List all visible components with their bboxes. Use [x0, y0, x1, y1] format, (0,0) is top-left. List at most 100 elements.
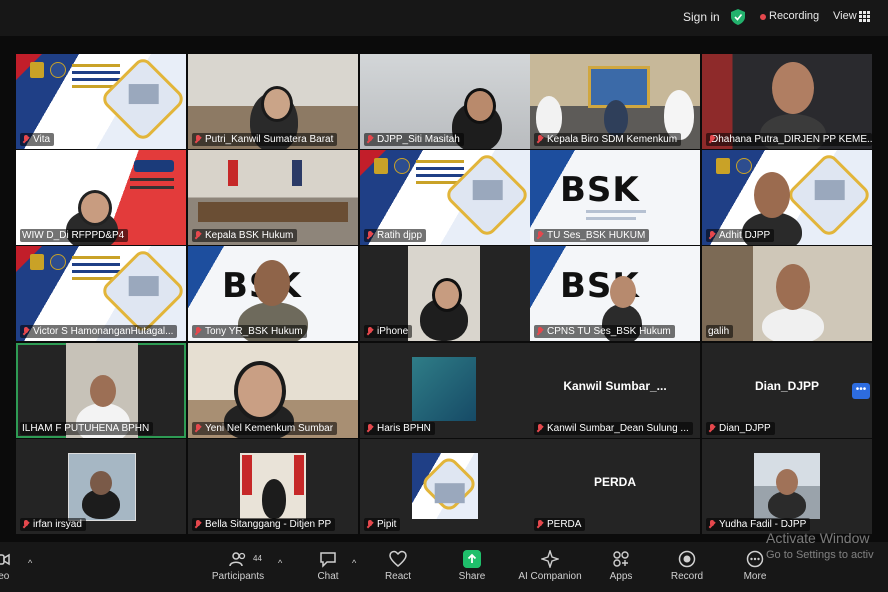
participant-name-label: Vita: [20, 133, 55, 146]
heart-icon: [389, 550, 407, 567]
view-button[interactable]: View: [833, 10, 857, 22]
meeting-toolbar: deo ^ Participants 44 ^ Chat ^ React Sha…: [0, 542, 888, 592]
muted-mic-icon: [536, 135, 544, 144]
apps-label: Apps: [609, 571, 633, 582]
participant-tile[interactable]: galih: [702, 246, 872, 341]
muted-mic-icon: [708, 231, 716, 240]
tile-options-button[interactable]: •••: [852, 383, 870, 399]
participant-name-label: CPNS TU Ses_BSK Hukum: [534, 325, 675, 338]
participant-tile[interactable]: Pipit: [360, 439, 530, 534]
participant-tile[interactable]: Kepala BSK Hukum: [188, 150, 358, 245]
participant-tile[interactable]: Yudha Fadil - DJPP: [702, 439, 872, 534]
participant-tile[interactable]: Bella Sitanggang - Ditjen PP: [188, 439, 358, 534]
shield-check-icon[interactable]: [731, 9, 745, 25]
record-button[interactable]: Record: [652, 546, 722, 582]
active-speaker-tile[interactable]: ILHAM F PUTUHENA BPHN: [16, 343, 186, 438]
bsk-logo: BSK: [560, 170, 640, 210]
participant-tile[interactable]: Kanwil Sumbar_... Kanwil Sumbar_Dean Sul…: [530, 343, 700, 438]
participant-tile[interactable]: BSK TU Ses_BSK HUKUM: [530, 150, 700, 245]
participant-tile[interactable]: Kepala Biro SDM Kemenkum: [530, 54, 700, 149]
muted-mic-icon: [536, 520, 544, 529]
muted-mic-icon: [22, 327, 30, 336]
video-camera-icon: [0, 553, 10, 566]
participant-name-label: ILHAM F PUTUHENA BPHN: [20, 422, 154, 435]
participants-count: 44: [253, 554, 262, 563]
muted-mic-icon: [22, 520, 30, 529]
chevron-up-icon[interactable]: ^: [28, 558, 32, 568]
participant-display-name: Dian_DJPP: [754, 379, 820, 393]
muted-mic-icon: [708, 424, 716, 433]
activate-windows-subtext: Go to Settings to activ: [766, 549, 874, 561]
participants-icon: [229, 552, 246, 567]
participant-name-label: Kepala BSK Hukum: [192, 229, 298, 242]
chevron-up-icon[interactable]: ^: [352, 558, 356, 568]
participant-tile[interactable]: Dhahana Putra_DIRJEN PP KEME...: [702, 54, 872, 149]
more-icon: [746, 550, 764, 568]
ai-companion-button[interactable]: AI Companion: [515, 546, 585, 582]
muted-mic-icon: [366, 231, 374, 240]
muted-mic-icon: [22, 135, 30, 144]
participant-name-label: Pipit: [364, 518, 401, 531]
muted-mic-icon: [536, 424, 544, 433]
participant-name-label: irfan irsyad: [20, 518, 86, 531]
record-label: Record: [670, 571, 704, 582]
grid-view-icon[interactable]: [859, 11, 870, 22]
chevron-up-icon[interactable]: ^: [278, 558, 282, 568]
participant-tile[interactable]: WIW D_Di RFPPD&P4: [16, 150, 186, 245]
participant-tile[interactable]: irfan irsyad: [16, 439, 186, 534]
participant-display-name: PERDA: [593, 475, 636, 489]
recording-status[interactable]: Recording: [769, 10, 819, 22]
muted-mic-icon: [536, 327, 544, 336]
muted-mic-icon: [194, 424, 202, 433]
participant-tile[interactable]: Dian_DJPP Dian_DJPP: [702, 343, 872, 438]
share-button[interactable]: Share: [437, 546, 507, 582]
participant-name-label: galih: [706, 325, 734, 338]
ai-companion-label: AI Companion: [518, 571, 582, 582]
participant-tile[interactable]: iPhone: [360, 246, 530, 341]
participant-display-name: Kanwil Sumbar_...: [563, 379, 667, 393]
participant-name-label: Adhit DJPP: [706, 229, 775, 242]
share-screen-icon: [463, 550, 481, 568]
participant-tile[interactable]: Putri_Kanwil Sumatera Barat: [188, 54, 358, 149]
participant-name-label: PERDA: [534, 518, 586, 531]
participant-tile[interactable]: Haris BPHN: [360, 343, 530, 438]
muted-mic-icon: [194, 327, 202, 336]
activate-windows-watermark: Activate Window: [766, 530, 870, 546]
participant-name-label: Kepala Biro SDM Kemenkum: [534, 133, 682, 146]
react-button[interactable]: React: [363, 546, 433, 582]
participant-tile[interactable]: Victor S HamonanganHutagal...: [16, 246, 186, 341]
muted-mic-icon: [194, 135, 202, 144]
participant-tile[interactable]: PERDA PERDA: [530, 439, 700, 534]
top-bar: Sign in Recording View: [0, 0, 888, 36]
apps-button[interactable]: Apps: [586, 546, 656, 582]
participants-button[interactable]: Participants: [203, 546, 273, 582]
participant-tile[interactable]: BSK CPNS TU Ses_BSK Hukum: [530, 246, 700, 341]
video-label: deo: [0, 571, 10, 582]
participant-name-label: Putri_Kanwil Sumatera Barat: [192, 133, 338, 146]
muted-mic-icon: [194, 231, 202, 240]
more-label: More: [743, 571, 767, 582]
participant-name-label: Haris BPHN: [364, 422, 435, 435]
participant-tile[interactable]: Yeni Nel Kemenkum Sumbar: [188, 343, 358, 438]
participant-name-label: Ratih djpp: [364, 229, 427, 242]
react-label: React: [384, 571, 412, 582]
record-icon: [678, 550, 696, 568]
participant-name-label: iPhone: [364, 325, 413, 338]
participant-tile[interactable]: Ratih djpp: [360, 150, 530, 245]
muted-mic-icon: [366, 327, 374, 336]
recording-dot-icon: [760, 14, 766, 20]
participant-tile[interactable]: DJPP_Siti Masitah: [360, 54, 530, 149]
sign-in-link[interactable]: Sign in: [683, 10, 720, 24]
participant-tile[interactable]: Adhit DJPP: [702, 150, 872, 245]
participant-tile[interactable]: Vita: [16, 54, 186, 149]
participant-name-label: Yeni Nel Kemenkum Sumbar: [192, 422, 338, 435]
participant-name-label: Dhahana Putra_DIRJEN PP KEME...: [706, 133, 872, 146]
muted-mic-icon: [366, 424, 374, 433]
participant-name-label: DJPP_Siti Masitah: [364, 133, 464, 146]
participant-tile[interactable]: BSK Tony YR_BSK Hukum: [188, 246, 358, 341]
share-label: Share: [458, 571, 486, 582]
chat-label: Chat: [317, 571, 339, 582]
participant-name-label: Kanwil Sumbar_Dean Sulung ...: [534, 422, 693, 435]
muted-mic-icon: [366, 520, 374, 529]
participant-name-label: Dian_DJPP: [706, 422, 775, 435]
